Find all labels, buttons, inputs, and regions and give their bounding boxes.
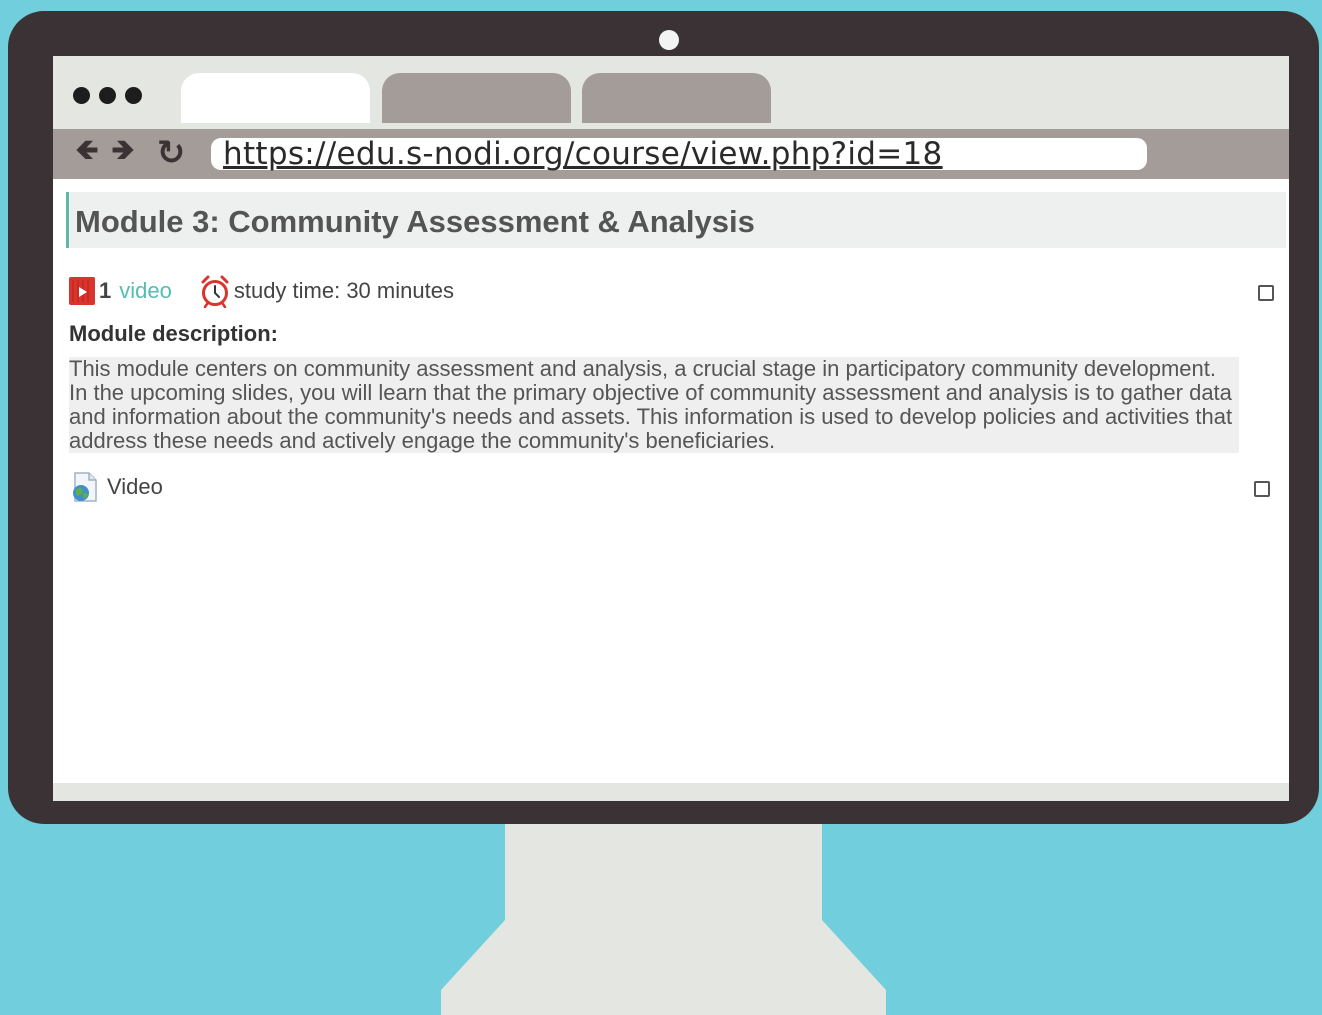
forward-arrow-icon[interactable]: 🡺 — [107, 133, 139, 169]
browser-toolbar: 🡸 🡺 ↻ https://edu.s-nodi.org/course/view… — [53, 129, 1289, 179]
window-control-dot[interactable] — [125, 87, 142, 104]
browser-tab-active[interactable] — [181, 73, 370, 123]
section-completion-checkbox[interactable] — [1258, 285, 1274, 301]
window-controls — [73, 87, 142, 104]
video-count: 1 — [99, 278, 112, 303]
monitor-frame: 🡸 🡺 ↻ https://edu.s-nodi.org/course/view… — [8, 11, 1319, 824]
browser-window: 🡸 🡺 ↻ https://edu.s-nodi.org/course/view… — [53, 56, 1289, 801]
video-icon — [69, 277, 95, 305]
activity-video-label[interactable]: Video — [107, 474, 163, 500]
study-time: study time: 30 minutes — [233, 278, 454, 303]
activity-video-link[interactable]: Video — [69, 471, 163, 503]
description-label: Module description: — [69, 321, 278, 346]
course-page: Module 3: Community Assessment & Analysi… — [53, 179, 1289, 783]
camera-dot — [659, 30, 679, 50]
url-text[interactable]: https://edu.s-nodi.org/course/view.php?i… — [223, 138, 943, 170]
section-title: Module 3: Community Assessment & Analysi… — [75, 204, 755, 239]
browser-tab[interactable] — [582, 73, 771, 123]
section-header: Module 3: Community Assessment & Analysi… — [66, 192, 1286, 248]
section-summary: 1 video study time: 30 minutes — [69, 275, 454, 308]
reload-icon[interactable]: ↻ — [151, 133, 191, 173]
description-text: This module centers on community assessm… — [69, 357, 1239, 453]
back-arrow-icon[interactable]: 🡸 — [71, 133, 103, 169]
monitor-stand-base — [441, 920, 886, 1015]
url-page-icon — [73, 472, 97, 502]
activity-completion-checkbox[interactable] — [1254, 481, 1270, 497]
browser-tab[interactable] — [382, 73, 571, 123]
video-count-link[interactable]: video — [119, 278, 172, 304]
window-control-dot[interactable] — [99, 87, 116, 104]
window-control-dot[interactable] — [73, 87, 90, 104]
address-bar[interactable]: https://edu.s-nodi.org/course/view.php?i… — [211, 138, 1147, 170]
alarm-clock-icon — [201, 275, 229, 308]
